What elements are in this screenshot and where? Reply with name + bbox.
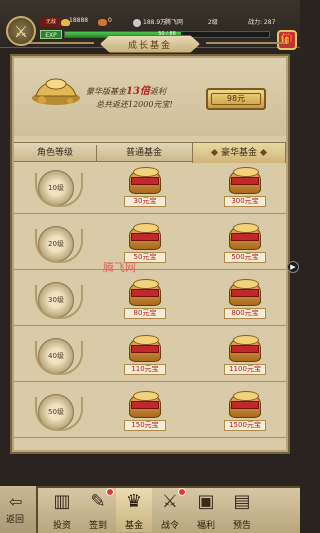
luxury-reward[interactable]: 300元宝: [224, 166, 266, 210]
combat-power: 战力: 287: [248, 19, 276, 26]
coin-stack-icon: ▥: [53, 491, 71, 512]
promo-line-1: 豪华版基金13倍返利: [86, 82, 166, 97]
level-laurel-badge: 10级: [35, 170, 83, 207]
gift-box-icon: ▣: [197, 491, 215, 512]
luxury-reward[interactable]: 1500元宝: [224, 390, 266, 434]
promo-line-1-suffix: 返利: [149, 87, 166, 96]
nav-sign-in[interactable]: ✎ 签到: [80, 488, 116, 532]
red-seal: [231, 289, 259, 297]
table-row: 40级 110元宝 1100元宝: [14, 330, 286, 382]
table-row: 50级 150元宝 1500元宝: [14, 386, 286, 438]
row-level: 40级: [48, 352, 64, 360]
normal-reward-amount: 30元宝: [124, 196, 166, 207]
ingot-amount: 0: [108, 17, 112, 24]
nav-battle-order[interactable]: ⚔ 战令: [152, 488, 188, 532]
row-level: 50级: [48, 408, 64, 416]
ingot-icon: [98, 19, 107, 26]
nav-invest[interactable]: ▥ 投资: [44, 488, 80, 532]
nav-label: 战令: [160, 521, 179, 531]
exp-label: EXP: [40, 30, 62, 39]
normal-reward-amount: 150元宝: [124, 420, 166, 431]
red-seal: [131, 289, 159, 297]
luxury-reward[interactable]: 800元宝: [224, 278, 266, 322]
row-level: 30级: [48, 296, 64, 304]
promo-multiplier: 13倍: [126, 86, 150, 97]
row-level: 20级: [48, 240, 64, 248]
red-seal: [131, 177, 159, 185]
table-row: 30级 80元宝 800元宝: [14, 274, 286, 326]
title-ornament-right: [206, 42, 286, 44]
page-title: 成长基金: [100, 35, 200, 53]
luxury-reward[interactable]: 500元宝: [224, 222, 266, 266]
nav-preview[interactable]: ▤ 预告: [224, 488, 260, 532]
red-seal: [231, 345, 259, 353]
normal-reward-amount: 110元宝: [124, 364, 166, 375]
gift-icon[interactable]: 🎁: [277, 30, 297, 50]
normal-reward-amount: 80元宝: [124, 308, 166, 319]
back-button[interactable]: ⇦ 返回: [0, 486, 38, 533]
normal-reward[interactable]: 30元宝: [124, 166, 166, 210]
luxury-reward-amount: 800元宝: [224, 308, 266, 319]
currency-amount: 188.9万: [143, 19, 167, 26]
nav-label: 投资: [52, 521, 71, 531]
book-icon: ▤: [233, 491, 251, 512]
normal-reward[interactable]: 150元宝: [124, 390, 166, 434]
red-seal: [231, 401, 259, 409]
silver-coin-icon: [133, 19, 141, 27]
back-label: 返回: [6, 515, 25, 525]
nav-label: 基金: [124, 521, 143, 531]
player-level: 2级: [208, 19, 218, 26]
nav-label: 预告: [232, 521, 251, 531]
normal-reward[interactable]: 110元宝: [124, 334, 166, 378]
luxury-reward-amount: 1100元宝: [224, 364, 266, 375]
table-row: 20级 50元宝 500元宝: [14, 218, 286, 270]
play-arrow-icon[interactable]: ▶: [287, 261, 299, 273]
diamond-ornament-icon: [259, 148, 268, 157]
red-seal: [231, 233, 259, 241]
nav-label: 签到: [88, 521, 107, 531]
nav-welfare[interactable]: ▣ 福利: [188, 488, 224, 532]
header-normal-fund: 普通基金: [125, 148, 162, 158]
promo-line-2: 总共返还12000元宝!: [96, 100, 173, 109]
back-arrow-icon: ⇦: [9, 492, 23, 511]
buy-button-frame: [211, 93, 261, 105]
red-seal: [131, 233, 159, 241]
luxury-reward[interactable]: 1100元宝: [224, 334, 266, 378]
notification-dot: [178, 488, 186, 496]
header-level: 角色等级: [36, 148, 73, 158]
fund-icon: ♛: [125, 491, 143, 512]
gold-amount: 18888: [69, 17, 89, 24]
sword-menu-icon[interactable]: ⚔: [6, 16, 36, 46]
table-row: 10级 30元宝 300元宝: [14, 162, 286, 214]
diamond-ornament-icon: [210, 148, 219, 157]
vip-badge: 无敌: [40, 18, 62, 27]
luxury-reward-amount: 300元宝: [224, 196, 266, 207]
luxury-reward-amount: 500元宝: [224, 252, 266, 263]
notification-dot: [106, 488, 114, 496]
level-laurel-badge: 40级: [35, 338, 83, 375]
red-seal: [231, 177, 259, 185]
player-name: 腾飞网: [165, 19, 184, 26]
nav-fund[interactable]: ♛ 基金: [116, 488, 152, 532]
red-seal: [131, 401, 159, 409]
buy-fund-button[interactable]: 98元: [206, 88, 266, 110]
header-luxury-label: 豪华基金: [220, 148, 257, 158]
row-level: 10级: [48, 184, 64, 192]
level-laurel-badge: 20级: [35, 226, 83, 263]
red-seal: [131, 345, 159, 353]
nav-label: 福利: [196, 521, 215, 531]
watermark: 腾飞网: [103, 261, 136, 274]
table-header: 角色等级 普通基金 豪华基金: [14, 142, 286, 163]
gold-ingot-icon: [32, 78, 80, 105]
level-laurel-badge: 50级: [35, 394, 83, 431]
level-laurel-badge: 30级: [35, 282, 83, 319]
promo-line-1-prefix: 豪华版基金: [86, 87, 126, 96]
normal-reward[interactable]: 80元宝: [124, 278, 166, 322]
luxury-reward-amount: 1500元宝: [224, 420, 266, 431]
header-luxury-fund: 豪华基金: [192, 143, 286, 163]
